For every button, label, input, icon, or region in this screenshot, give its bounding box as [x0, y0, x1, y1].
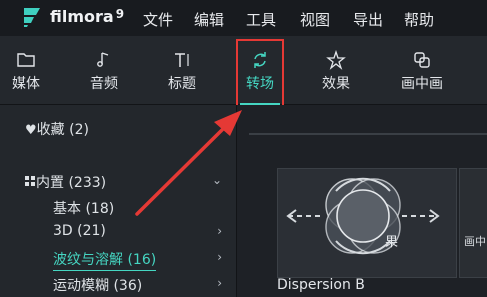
- text-title-icon: [175, 53, 189, 67]
- sidebar-item-3d[interactable]: 3D (21): [53, 223, 106, 239]
- tab-audio-label: 音频: [90, 76, 118, 92]
- menu-view[interactable]: 视图: [300, 9, 330, 30]
- tab-titles-label: 标题: [168, 76, 196, 92]
- pip-icon: [414, 52, 430, 68]
- transition-thumbnail-2[interactable]: 画中画: [459, 168, 487, 278]
- dispersion-preview-icon: [278, 169, 456, 277]
- tab-effects[interactable]: 效果: [310, 50, 362, 93]
- thumbnail-title: Dispersion B: [277, 277, 365, 293]
- tab-media[interactable]: 媒体: [0, 50, 52, 93]
- tab-media-label: 媒体: [12, 76, 40, 92]
- menu-bar: filmora 9 文件 编辑 工具 视图 导出 帮助: [0, 0, 487, 36]
- transitions-library: 果 画中画 Dispersion B: [237, 105, 487, 297]
- sidebar-builtin-label: 内置 (233): [36, 175, 107, 191]
- chevron-right-icon[interactable]: ›: [217, 224, 222, 238]
- menu-export[interactable]: 导出: [353, 9, 383, 30]
- transition-thumbnail[interactable]: 果: [277, 168, 457, 278]
- folder-icon: [17, 53, 35, 67]
- tab-pip-label: 画中画: [401, 76, 443, 92]
- menu-file[interactable]: 文件: [143, 9, 173, 30]
- tab-effects-label: 效果: [322, 76, 350, 92]
- sidebar-item-ripple-dissolve[interactable]: 波纹与溶解 (16): [53, 249, 157, 271]
- app-name: filmora 9: [50, 7, 125, 26]
- thumbnail2-text: 画中画: [464, 235, 487, 248]
- tab-audio[interactable]: 音频: [78, 50, 130, 93]
- sidebar-favorites-label: 收藏 (2): [36, 122, 89, 138]
- menu-help[interactable]: 帮助: [404, 9, 434, 30]
- sidebar-builtin[interactable]: 内置 (233): [25, 172, 106, 192]
- category-sidebar: ♥收藏 (2) 内置 (233) ⌄ 基本 (18) 3D (21) › 波纹与…: [0, 105, 237, 297]
- chevron-right-icon[interactable]: ›: [217, 250, 222, 264]
- annotation-highlight-box: [236, 39, 284, 115]
- music-note-icon: [97, 52, 109, 67]
- heart-icon: ♥: [25, 123, 37, 138]
- search-bar-edge: [249, 133, 487, 135]
- menu-tools[interactable]: 工具: [246, 9, 276, 30]
- menu-edit[interactable]: 编辑: [194, 9, 224, 30]
- filmora-logo-icon: [24, 8, 40, 27]
- sidebar-item-motion-blur[interactable]: 运动模糊 (36): [53, 275, 142, 295]
- sidebar-item-basic[interactable]: 基本 (18): [53, 198, 114, 218]
- thumbnail-overlay-text: 果: [385, 235, 399, 250]
- chevron-right-icon[interactable]: ›: [217, 276, 222, 290]
- effects-icon: [326, 50, 346, 70]
- grid-icon: [25, 176, 35, 186]
- tab-titles[interactable]: 标题: [156, 50, 208, 93]
- tab-pip[interactable]: 画中画: [396, 50, 448, 93]
- chevron-down-icon[interactable]: ⌄: [212, 173, 222, 187]
- sidebar-favorites[interactable]: ♥收藏 (2): [25, 119, 89, 139]
